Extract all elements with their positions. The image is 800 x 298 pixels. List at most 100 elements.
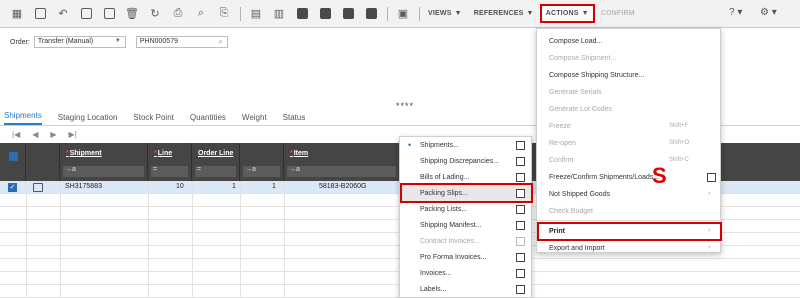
checkbox-icon[interactable] [516, 269, 525, 278]
unnamed-filter[interactable]: →a [243, 166, 280, 177]
lookup-icon[interactable]: ⌕ [218, 37, 222, 47]
action-generate-lot-codes[interactable]: Generate Lot Codes [537, 101, 722, 119]
order-number-field[interactable]: PHN000579 ⌕ [135, 36, 228, 48]
action-confirm[interactable]: Confirm Shift+C [537, 152, 722, 170]
action-compose-load[interactable]: Compose Load... [537, 33, 722, 51]
last-record-icon[interactable] [364, 7, 378, 21]
column-header-item[interactable]: *Item →a [284, 143, 400, 181]
print-icon[interactable]: ⎙ [171, 7, 185, 21]
action-check-budget[interactable]: Check Budget [537, 203, 722, 221]
select-column-header[interactable] [0, 143, 26, 181]
checkbox-icon[interactable] [516, 157, 525, 166]
item-filter[interactable]: →a [287, 166, 396, 177]
actions-menu[interactable]: ACTIONS ▼ [539, 4, 595, 23]
views-menu[interactable]: VIEWS ▼ [428, 10, 462, 17]
save-icon[interactable] [33, 7, 47, 21]
attachment-icon[interactable]: ⎘ [217, 7, 231, 21]
order-label: Order: [10, 38, 30, 46]
column-header-unnamed[interactable]: →a [240, 143, 284, 181]
shortcut-label: Shift+C [669, 157, 689, 163]
shipment-filter[interactable]: →a [63, 166, 144, 177]
references-menu[interactable]: REFERENCES ▼ [474, 10, 534, 17]
line-filter[interactable]: = [151, 166, 188, 177]
last-page-icon[interactable]: ▶| [69, 130, 77, 139]
search-icon[interactable]: ⌕ [194, 7, 208, 21]
action-generate-serials[interactable]: Generate Serials [537, 84, 722, 102]
annotation-letter: S [652, 163, 667, 188]
submenu-arrow-icon: › [708, 190, 711, 197]
submenu-item-labels[interactable]: Labels... [400, 281, 533, 298]
new-icon[interactable]: ▦ [10, 7, 24, 21]
delete-icon[interactable]: 🗑 [125, 7, 139, 21]
first-page-icon[interactable]: |◀ [12, 130, 20, 139]
row-detail-icon[interactable] [33, 183, 43, 192]
previous-record-icon[interactable] [318, 7, 332, 21]
cell-col4: 1 [272, 183, 276, 190]
undo-icon[interactable]: ↶ [56, 7, 70, 21]
action-freeze-confirm-shipments[interactable]: Freeze/Confirm Shipments/Loads... [537, 169, 722, 187]
help-icon[interactable]: ? ▾ [729, 7, 742, 18]
column-header-shipment[interactable]: *Shipment →a [60, 143, 148, 181]
grid-divider [60, 181, 61, 298]
tab-weight[interactable]: Weight [242, 113, 267, 125]
checkbox-icon[interactable] [516, 285, 525, 294]
icon-column-header [26, 143, 60, 181]
tab-shipments[interactable]: Shipments [4, 111, 42, 125]
toolbar: ▦ ↶ 🗑 ↻ ⎙ ⌕ ⎘ ▤ ▥ ▣ VIEWS ▼ REFERENCES ▼ A… [0, 0, 800, 28]
grid-divider [26, 181, 27, 298]
checkbox-icon[interactable] [516, 253, 525, 262]
checkbox-icon[interactable] [516, 205, 525, 214]
grid-divider [148, 181, 149, 298]
chevron-down-icon: ▼ [526, 10, 534, 17]
copy-icon[interactable] [79, 7, 93, 21]
action-not-shipped-goods[interactable]: Not Shipped Goods › [537, 186, 722, 204]
menu-separator [537, 220, 722, 221]
tab-quantities[interactable]: Quantities [190, 113, 226, 125]
action-export-import[interactable]: Export and Import › [537, 240, 722, 258]
calendar-icon[interactable]: ▣ [396, 7, 410, 21]
duplicate-icon[interactable] [102, 7, 116, 21]
grid-divider [284, 181, 285, 298]
print-highlight [537, 222, 722, 241]
checkbox-icon[interactable] [516, 237, 525, 246]
row-checkbox[interactable]: ✓ [8, 183, 17, 192]
tab-staging-location[interactable]: Staging Location [58, 113, 118, 125]
action-re-open[interactable]: Re-open Shift+O [537, 135, 722, 153]
settings-gear-icon[interactable]: ⚙ ▾ [760, 7, 777, 18]
select-all-icon[interactable] [9, 152, 18, 161]
next-record-icon[interactable] [341, 7, 355, 21]
action-compose-shipping-structure[interactable]: Compose Shipping Structure... [537, 67, 722, 85]
checkbox-icon[interactable] [516, 221, 525, 230]
grid-divider [240, 181, 241, 298]
grid-divider [192, 181, 193, 298]
actions-dropdown: Compose Load... Compose Shipment... Comp… [536, 28, 722, 253]
bullet-icon: • [408, 140, 412, 150]
previous-page-icon[interactable]: ◀ [32, 130, 38, 139]
checkbox-icon[interactable] [707, 173, 716, 182]
submenu-arrow-icon: › [708, 244, 711, 251]
action-freeze[interactable]: Freeze Shift+F [537, 118, 722, 136]
next-page-icon[interactable]: ▶ [50, 130, 56, 139]
grid-pager: |◀ ◀ ▶ ▶| [12, 130, 89, 139]
tab-status[interactable]: Status [283, 113, 306, 125]
cell-shipment: SH3175883 [65, 183, 102, 190]
tab-stock-point[interactable]: Stock Point [133, 113, 173, 125]
list-view-icon[interactable]: ▥ [272, 7, 286, 21]
column-header-line[interactable]: *Line = [148, 143, 192, 181]
grid-view-icon[interactable]: ▤ [249, 7, 263, 21]
shortcut-label: Shift+F [669, 123, 689, 129]
first-record-icon[interactable] [295, 7, 309, 21]
order-line-filter[interactable]: = [195, 166, 236, 177]
print-submenu: • Shipments... Shipping Discrepancies...… [399, 136, 533, 298]
checkbox-icon[interactable] [516, 173, 525, 182]
cell-line: 10 [176, 183, 184, 190]
checkbox-icon[interactable] [516, 141, 525, 150]
action-compose-shipment[interactable]: Compose Shipment... [537, 50, 722, 68]
refresh-icon[interactable]: ↻ [148, 7, 162, 21]
confirm-menu[interactable]: CONFIRM [601, 10, 635, 17]
toolbar-separator [419, 6, 420, 21]
order-type-select[interactable]: Transfer (Manual) ▼ [33, 36, 126, 48]
packing-slips-highlight [400, 183, 533, 203]
column-header-order-line[interactable]: Order Line = [192, 143, 240, 181]
chevron-down-icon: ▼ [581, 10, 589, 17]
